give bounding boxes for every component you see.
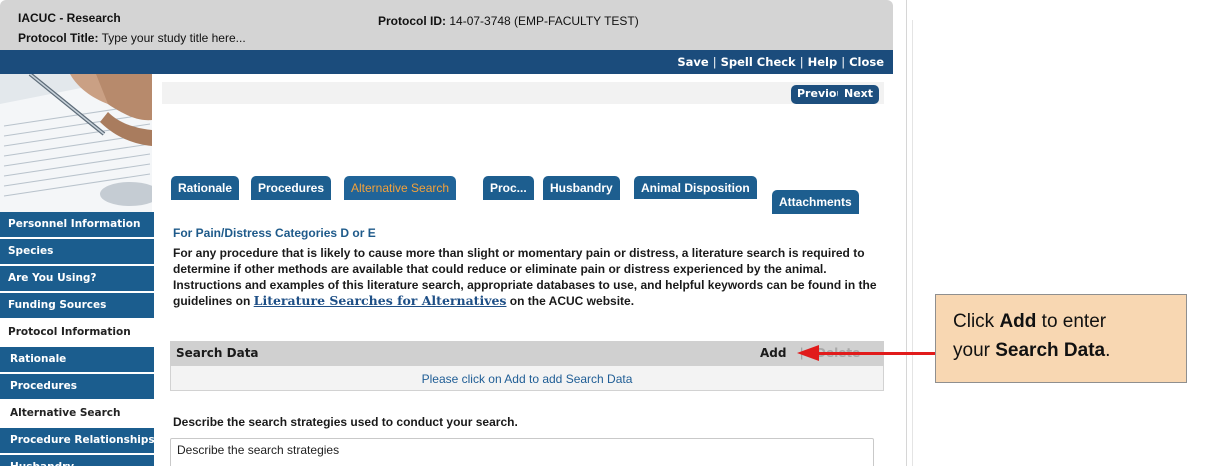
sidebar: Personnel Information Species Are You Us… [0,212,154,466]
tab-husbandry[interactable]: Husbandry [543,176,620,200]
callout-add-word: Add [999,311,1037,332]
search-data-empty-row: Please click on Add to add Search Data [170,366,884,391]
next-button[interactable]: Next [838,85,880,104]
app-title: IACUC - Research [18,11,121,25]
sidebar-item-funding-sources[interactable]: Funding Sources [0,293,154,318]
separator: | [841,55,846,69]
arrow-shaft [816,352,936,355]
callout-text: Click Add to enter your Search Data. [953,307,1110,365]
spell-check-link[interactable]: Spell Check [721,55,796,69]
sidebar-item-husbandry[interactable]: Husbandry [0,455,154,466]
writing-hand-image [0,74,152,212]
callout-line2-pre: your [953,340,996,361]
app-window: IACUC - Research Protocol Title: Type yo… [0,0,893,466]
sidebar-item-species[interactable]: Species [0,239,154,264]
separator: | [712,55,717,69]
divider [906,0,907,466]
add-button[interactable]: Add [760,346,786,360]
sidebar-item-personnel-information[interactable]: Personnel Information [0,212,154,237]
protocol-title: Protocol Title: Type your study title he… [18,31,246,45]
tab-attachments[interactable]: Attachments [772,190,859,214]
sidebar-item-protocol-information[interactable]: Protocol Information [0,320,154,345]
tab-animal-disposition[interactable]: Animal Disposition [634,176,757,199]
callout-line2-post: . [1105,340,1111,361]
callout-line1-post: to enter [1036,311,1107,332]
divider [912,20,913,466]
strategy-label: Describe the search strategies used to c… [173,415,518,429]
callout-line1-pre: Click [953,311,1000,332]
tab-procedures[interactable]: Procedures [251,176,332,200]
instruction-callout: Click Add to enter your Search Data. [935,294,1187,383]
header-photo [0,74,152,212]
search-strategy-textarea[interactable]: Describe the search strategies [170,438,874,466]
tab-rationale[interactable]: Rationale [171,176,240,200]
protocol-id-value: 14-07-3748 (EMP-FACULTY TEST) [449,14,639,28]
top-actions: Save | Spell Check | Help | Close [677,55,884,69]
protocol-title-value: Type your study title here... [101,31,246,45]
tab-alternative-search[interactable]: Alternative Search [344,176,457,200]
action-bar: Save | Spell Check | Help | Close [0,50,893,74]
nav-band [162,82,884,104]
protocol-id: Protocol ID: 14-07-3748 (EMP-FACULTY TES… [378,14,639,28]
search-data-header: Search Data Add | Delete [170,341,884,366]
empty-message: Please click on Add to add Search Data [421,372,633,386]
protocol-header: IACUC - Research Protocol Title: Type yo… [0,0,893,50]
section-subtitle: For Pain/Distress Categories D or E [173,226,376,240]
sidebar-item-rationale[interactable]: Rationale [0,347,154,372]
search-data-title: Search Data [176,346,259,360]
sidebar-item-procedures[interactable]: Procedures [0,374,154,399]
protocol-title-label: Protocol Title: [18,31,99,45]
sidebar-item-alternative-search[interactable]: Alternative Search [0,401,154,426]
left-arrow-icon [797,345,819,361]
close-link[interactable]: Close [849,55,884,69]
save-link[interactable]: Save [677,55,708,69]
sidebar-item-are-you-using[interactable]: Are You Using? [0,266,154,291]
instructions-text-end: on the ACUC website. [506,294,635,308]
sidebar-item-procedure-relationships[interactable]: Procedure Relationships [0,428,154,453]
tab-proc[interactable]: Proc... [483,176,534,200]
callout-search-data-word: Search Data [995,340,1106,361]
protocol-id-label: Protocol ID: [378,14,446,28]
separator: | [799,55,804,69]
help-link[interactable]: Help [808,55,838,69]
instructions-text: For any procedure that is likely to caus… [173,245,885,309]
literature-searches-link[interactable]: Literature Searches for Alternatives [254,293,507,308]
